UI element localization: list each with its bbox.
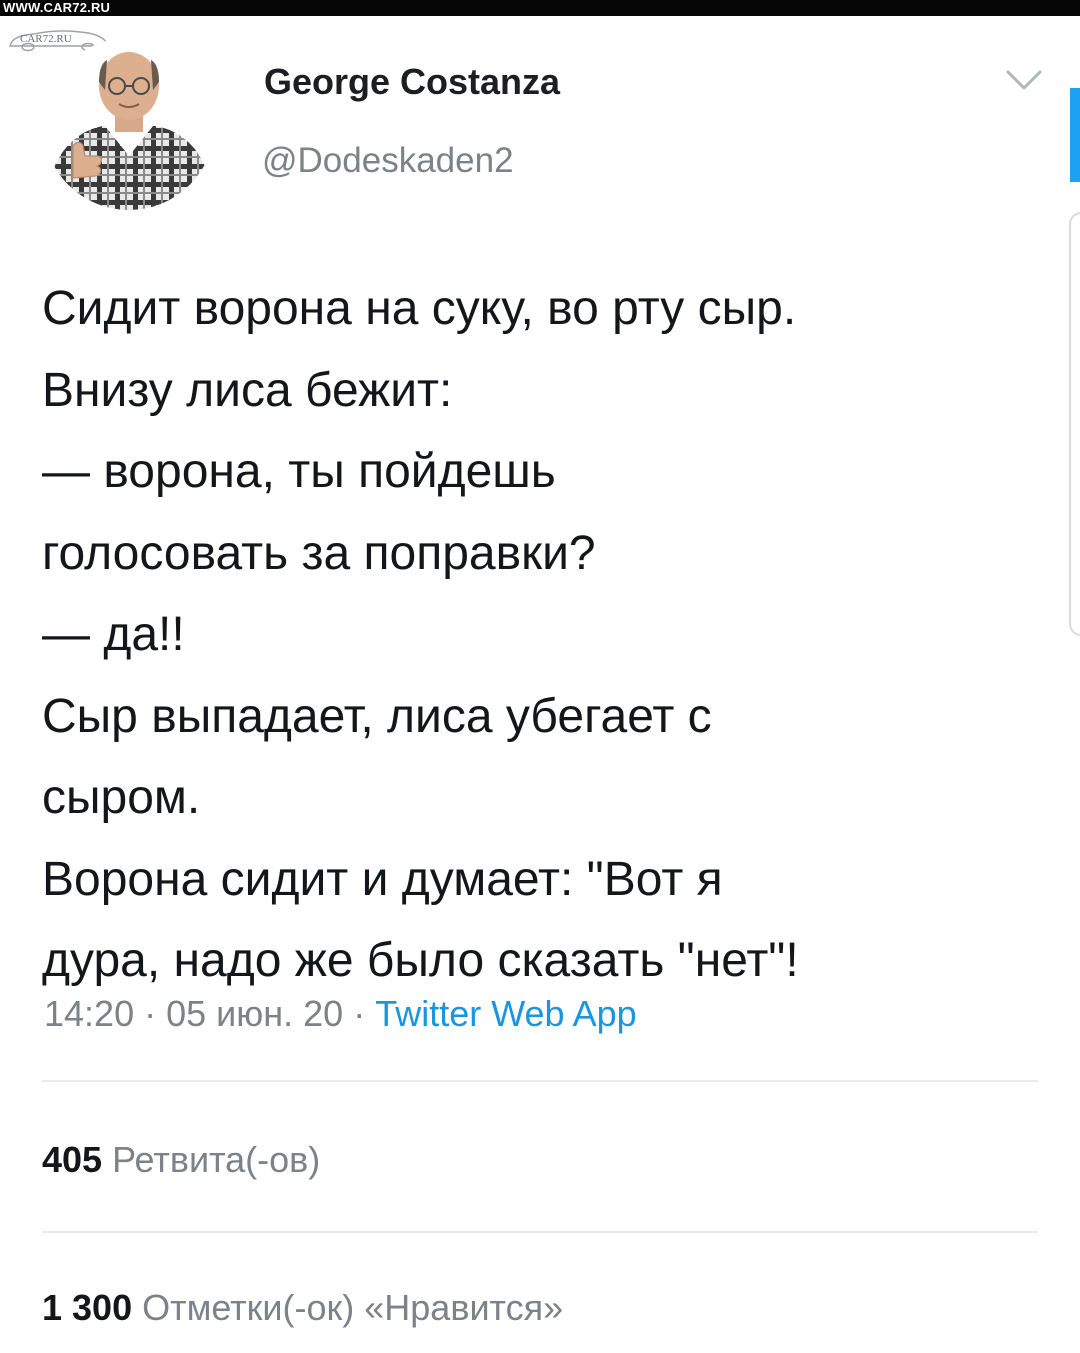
tweet-text: Сидит ворона на суку, во рту сыр. Внизу … (42, 268, 1052, 1002)
likes-stat[interactable]: 1 300 Отметки(-ок) «Нравится» (42, 1286, 563, 1330)
tweet-line: сыром. (42, 771, 201, 824)
meta-separator: · (134, 993, 167, 1034)
author-handle[interactable]: @Dodeskaden2 (262, 141, 514, 181)
retweets-stat[interactable]: 405 Ретвита(-ов) (42, 1138, 320, 1182)
likes-count: 1 300 (42, 1287, 133, 1328)
divider (42, 1231, 1038, 1233)
tweet-line: Сидит ворона на суку, во рту сыр. (42, 282, 797, 335)
retweets-label: Ретвита(-ов) (112, 1139, 321, 1180)
watermark-url: WWW.CAR72.RU (3, 0, 111, 15)
tweet-line: голосовать за поправки? (42, 526, 596, 580)
tweet-time[interactable]: 14:20 (44, 993, 134, 1034)
edge-accent-bar (1070, 88, 1080, 182)
meta-separator: · (343, 993, 376, 1034)
author-avatar[interactable] (43, 38, 215, 210)
tweet-source-link[interactable]: Twitter Web App (375, 993, 636, 1034)
tweet-line: — ворона, ты пойдешь (42, 445, 556, 498)
watermark-bar: WWW.CAR72.RU (0, 0, 1080, 16)
divider (42, 1080, 1038, 1082)
chevron-down-icon (1006, 70, 1042, 90)
author-name[interactable]: George Costanza (264, 62, 560, 102)
site-logo-text: CAR72.RU (20, 33, 72, 45)
edge-scroll-frame (1069, 212, 1080, 636)
tweet-line: Ворона сидит и думает: "Вот я (42, 852, 723, 906)
tweet-line: дура, надо же было сказать "нет"! (42, 934, 799, 987)
tweet-line: Сыр выпадает, лиса убегает с (42, 689, 712, 743)
retweets-count: 405 (42, 1139, 103, 1180)
tweet-line: — да!! (42, 608, 185, 661)
tweet-meta: 14:20 · 05 июн. 20 · Twitter Web App (44, 992, 637, 1036)
tweet-date[interactable]: 05 июн. 20 (166, 993, 343, 1034)
likes-label: Отметки(-ок) «Нравится» (142, 1287, 564, 1328)
profile-photo-icon (43, 38, 215, 210)
tweet-line: Внизу лиса бежит: (42, 363, 453, 417)
tweet-menu-button[interactable] (1004, 66, 1044, 94)
